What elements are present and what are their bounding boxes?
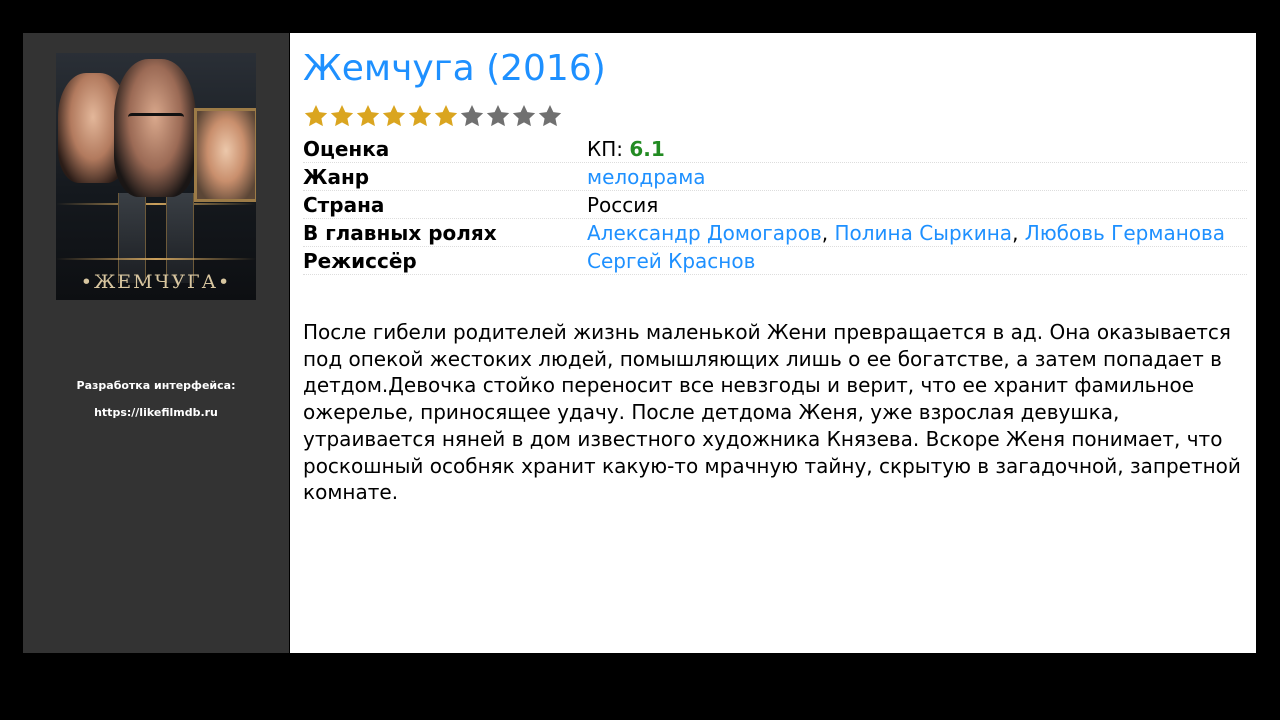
star-filled-icon bbox=[408, 104, 432, 127]
kp-prefix: КП: bbox=[587, 137, 630, 161]
rating-label: Оценка bbox=[303, 137, 390, 161]
star-empty-icon bbox=[512, 104, 536, 127]
movie-details: Жемчуга (2016) Оценка КП: 6.1 Жанр мелод… bbox=[290, 33, 1256, 653]
kp-score: 6.1 bbox=[629, 137, 665, 161]
sidebar: •ЖЕМЧУГА• Разработка интерфейса: https:/… bbox=[23, 33, 289, 653]
genre-label: Жанр bbox=[303, 165, 370, 189]
info-row-genre: Жанр мелодрама bbox=[303, 163, 1247, 191]
cast-separator: , bbox=[1012, 221, 1025, 245]
rating-value: КП: 6.1 bbox=[587, 136, 1247, 162]
cast-value: Александр Домогаров, Полина Сыркина, Люб… bbox=[587, 220, 1247, 246]
country-label: Страна bbox=[303, 193, 385, 217]
poster-actress-right bbox=[194, 108, 256, 202]
poster-decor-line bbox=[56, 258, 256, 260]
poster-title: •ЖЕМЧУГА• bbox=[80, 271, 232, 293]
country-value: Россия bbox=[587, 193, 659, 217]
rating-stars bbox=[303, 103, 563, 129]
poster-decor-column bbox=[166, 193, 194, 283]
cast-link[interactable]: Александр Домогаров bbox=[587, 221, 822, 245]
star-empty-icon bbox=[538, 104, 562, 127]
info-row-director: Режиссёр Сергей Краснов bbox=[303, 247, 1247, 275]
poster-decor-line bbox=[56, 203, 256, 205]
star-filled-icon bbox=[330, 104, 354, 127]
director-label: Режиссёр bbox=[303, 249, 417, 273]
cast-link[interactable]: Полина Сыркина bbox=[834, 221, 1012, 245]
star-filled-icon bbox=[434, 104, 458, 127]
cast-separator: , bbox=[821, 221, 835, 245]
info-row-rating: Оценка КП: 6.1 bbox=[303, 135, 1247, 163]
credit-link[interactable]: https://likefilmdb.ru bbox=[23, 406, 289, 419]
star-filled-icon bbox=[356, 104, 380, 127]
director-link[interactable]: Сергей Краснов bbox=[587, 249, 755, 273]
star-filled-icon bbox=[382, 104, 406, 127]
star-empty-icon bbox=[460, 104, 484, 127]
poster-actor-center bbox=[114, 59, 196, 197]
movie-poster: •ЖЕМЧУГА• bbox=[56, 53, 256, 300]
cast-link[interactable]: Любовь Германова bbox=[1025, 221, 1225, 245]
movie-title: Жемчуга (2016) bbox=[303, 48, 606, 89]
poster-decor-column bbox=[118, 193, 146, 283]
movie-description: После гибели родителей жизнь маленькой Ж… bbox=[303, 320, 1241, 505]
info-table: Оценка КП: 6.1 Жанр мелодрама Страна Рос… bbox=[303, 135, 1247, 275]
star-filled-icon bbox=[304, 104, 328, 127]
poster-glasses bbox=[128, 113, 184, 130]
credit-label: Разработка интерфейса: bbox=[76, 379, 236, 392]
info-row-cast: В главных ролях Александр Домогаров, Пол… bbox=[303, 219, 1247, 247]
genre-link[interactable]: мелодрама bbox=[587, 165, 706, 189]
star-empty-icon bbox=[486, 104, 510, 127]
cast-label: В главных ролях bbox=[303, 221, 497, 245]
info-row-country: Страна Россия bbox=[303, 191, 1247, 219]
